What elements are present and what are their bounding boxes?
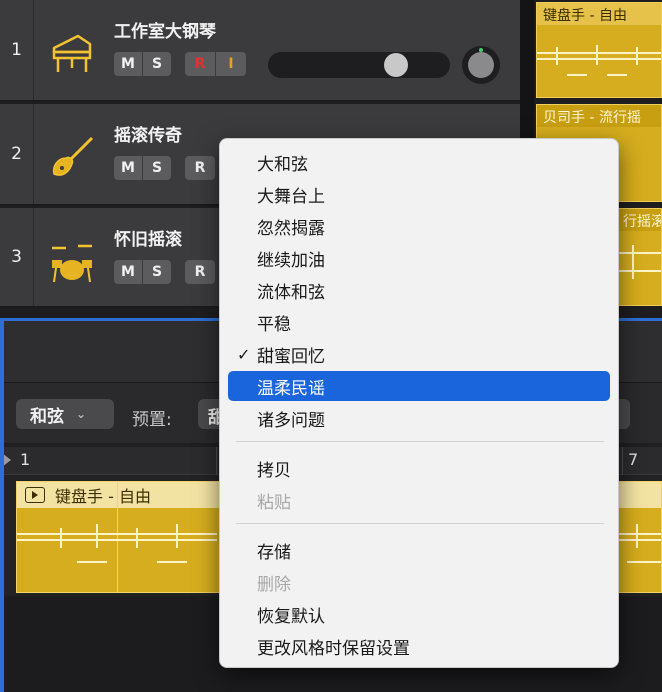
menu-item-preset[interactable]: 大和弦 (228, 147, 610, 177)
menu-item-label: 恢复默认 (257, 606, 325, 627)
piano-icon (52, 34, 92, 72)
menu-item-copy[interactable]: 拷贝 (228, 453, 610, 483)
volume-slider-knob[interactable] (384, 53, 408, 77)
menu-separator (236, 441, 604, 442)
pan-knob-dial (468, 52, 494, 78)
region-notes (537, 45, 661, 76)
track-name[interactable]: 摇滚传奇 (114, 121, 182, 146)
menu-item-label: 甜蜜回忆 (257, 346, 325, 367)
solo-button[interactable]: S (143, 156, 171, 180)
track-name[interactable]: 怀旧摇滚 (114, 225, 182, 250)
menu-item-label: 温柔民谣 (257, 378, 325, 399)
menu-item-preset[interactable]: 忽然揭露 (228, 211, 610, 241)
menu-item-revert-default[interactable]: 恢复默认 (228, 599, 610, 629)
chevron-down-icon: ⌄ (76, 407, 87, 421)
region-title: 键盘手 - 自由 (537, 3, 661, 25)
preset-label: 预置: (132, 410, 172, 430)
mute-button[interactable]: M (114, 260, 142, 284)
menu-item-label: 大舞台上 (257, 186, 325, 207)
ruler-bar-number: 1 (20, 450, 31, 469)
region-title: 贝司手 - 流行摇 (537, 105, 661, 127)
record-enable-button[interactable]: R (185, 260, 215, 284)
record-enable-button[interactable]: R (185, 156, 215, 180)
menu-item-preset-checked[interactable]: ✓ 甜蜜回忆 (228, 339, 610, 369)
track-number: 3 (0, 208, 34, 306)
input-monitor-button[interactable]: I (216, 52, 246, 76)
ruler-bar-number: 7 (628, 450, 639, 469)
mute-button[interactable]: M (114, 52, 142, 76)
track-number: 1 (0, 0, 34, 100)
ruler-tick (216, 447, 217, 475)
mute-button[interactable]: M (114, 156, 142, 180)
menu-item-label: 大和弦 (257, 154, 308, 175)
menu-item-preset-highlighted[interactable]: 温柔民谣 (228, 371, 610, 401)
menu-item-label: 存储 (257, 542, 291, 563)
menu-item-label: 忽然揭露 (257, 218, 325, 239)
drum-kit-icon (52, 244, 92, 283)
record-enable-button[interactable]: R (185, 52, 215, 76)
menu-item-preset[interactable]: 大舞台上 (228, 179, 610, 209)
focus-indicator (0, 318, 4, 692)
menu-separator (236, 523, 604, 524)
track-number: 2 (0, 104, 34, 204)
menu-item-keep-settings[interactable]: 更改风格时保留设置 (228, 631, 610, 661)
checkmark-icon: ✓ (237, 344, 251, 364)
menu-item-preset[interactable]: 诸多问题 (228, 403, 610, 433)
menu-item-label: 诸多问题 (257, 410, 325, 431)
menu-item-label: 拷贝 (257, 460, 291, 481)
bass-guitar-icon (52, 136, 94, 176)
pan-indicator (479, 48, 483, 52)
chord-button-label: 和弦 (30, 406, 64, 427)
solo-button[interactable]: S (143, 52, 171, 76)
preset-context-menu: 大和弦 大舞台上 忽然揭露 继续加油 流体和弦 平稳 ✓ 甜蜜回忆 温柔民谣 诸… (219, 138, 619, 668)
chord-popup-button[interactable]: 和弦 ⌄ (16, 399, 114, 429)
track-header[interactable]: 1 工作室大钢琴 M S R I (0, 0, 520, 102)
track-region[interactable]: 键盘手 - 自由 (536, 2, 662, 98)
menu-item-label: 继续加油 (257, 250, 325, 271)
menu-item-preset[interactable]: 平稳 (228, 307, 610, 337)
menu-item-label: 平稳 (257, 314, 291, 335)
track-name[interactable]: 工作室大钢琴 (114, 17, 216, 42)
menu-item-label: 删除 (257, 574, 291, 595)
menu-item-label: 流体和弦 (257, 282, 325, 303)
ruler-tick (622, 447, 623, 475)
loop-play-icon (25, 487, 45, 503)
region-title: 键盘手 - 自由 (55, 487, 151, 506)
solo-button[interactable]: S (143, 260, 171, 284)
menu-item-preset[interactable]: 继续加油 (228, 243, 610, 273)
pan-knob[interactable] (462, 46, 500, 84)
menu-item-preset[interactable]: 流体和弦 (228, 275, 610, 305)
volume-slider[interactable] (268, 52, 450, 78)
menu-item-label: 更改风格时保留设置 (257, 638, 410, 659)
menu-item-label: 粘贴 (257, 492, 291, 513)
menu-item-paste: 粘贴 (228, 485, 610, 515)
region-title: 行摇滚 (617, 209, 661, 231)
menu-item-delete: 删除 (228, 567, 610, 597)
menu-item-save[interactable]: 存储 (228, 535, 610, 565)
